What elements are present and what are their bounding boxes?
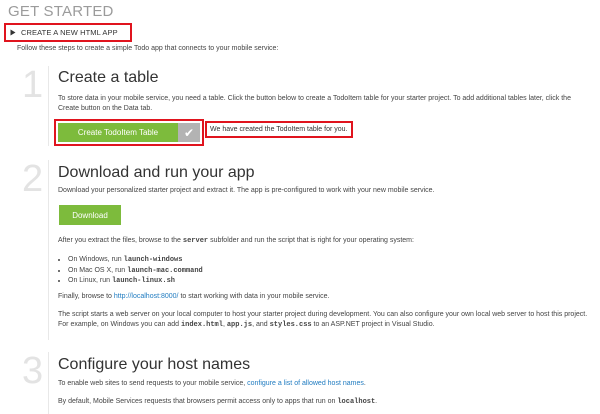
os-list: On Windows, run launch-windows On Mac OS… [58,255,203,287]
checkmark-icon: ✔ [178,123,200,142]
server-script-text: The script starts a web server on your l… [58,311,588,329]
step-divider-1 [48,66,49,146]
list-item: On Windows, run launch-windows [68,255,203,266]
section-label: CREATE A NEW HTML APP [21,28,118,37]
step-number-1: 1 [22,64,44,106]
default-access-text: By default, Mobile Services requests tha… [58,398,378,406]
download-button[interactable]: Download [59,205,121,225]
create-todoitem-table-button[interactable]: Create TodoItem Table [58,123,178,142]
intro-text: Follow these steps to create a simple To… [17,45,279,52]
step-number-2: 2 [22,158,44,200]
page-title: GET STARTED [8,3,114,20]
step-number-3: 3 [22,350,44,392]
step-text-3: To enable web sites to send requests to … [58,380,366,387]
table-created-message: We have created the TodoItem table for y… [205,121,353,138]
step-heading-1: Create a table [58,69,159,86]
after-extract-text: After you extract the files, browse to t… [58,237,414,245]
list-item: On Linux, run launch-linux.sh [68,276,203,287]
list-item: On Mac OS X, run launch-mac.command [68,266,203,277]
step-text-2: Download your personalized starter proje… [58,187,435,194]
localhost-link[interactable]: http://localhost:8000/ [114,293,179,300]
step-divider-2 [48,160,49,340]
create-table-highlight: Create TodoItem Table ✔ [54,119,204,146]
collapse-triangle-icon[interactable] [10,29,16,36]
finally-text: Finally, browse to http://localhost:8000… [58,293,330,300]
step-heading-2: Download and run your app [58,164,255,181]
section-toggle[interactable]: CREATE A NEW HTML APP [4,23,132,42]
step-text-1: To store data in your mobile service, yo… [58,95,571,112]
step-divider-3 [48,352,49,414]
allowed-host-names-link[interactable]: configure a list of allowed host names [247,380,364,387]
step-heading-3: Configure your host names [58,356,251,373]
